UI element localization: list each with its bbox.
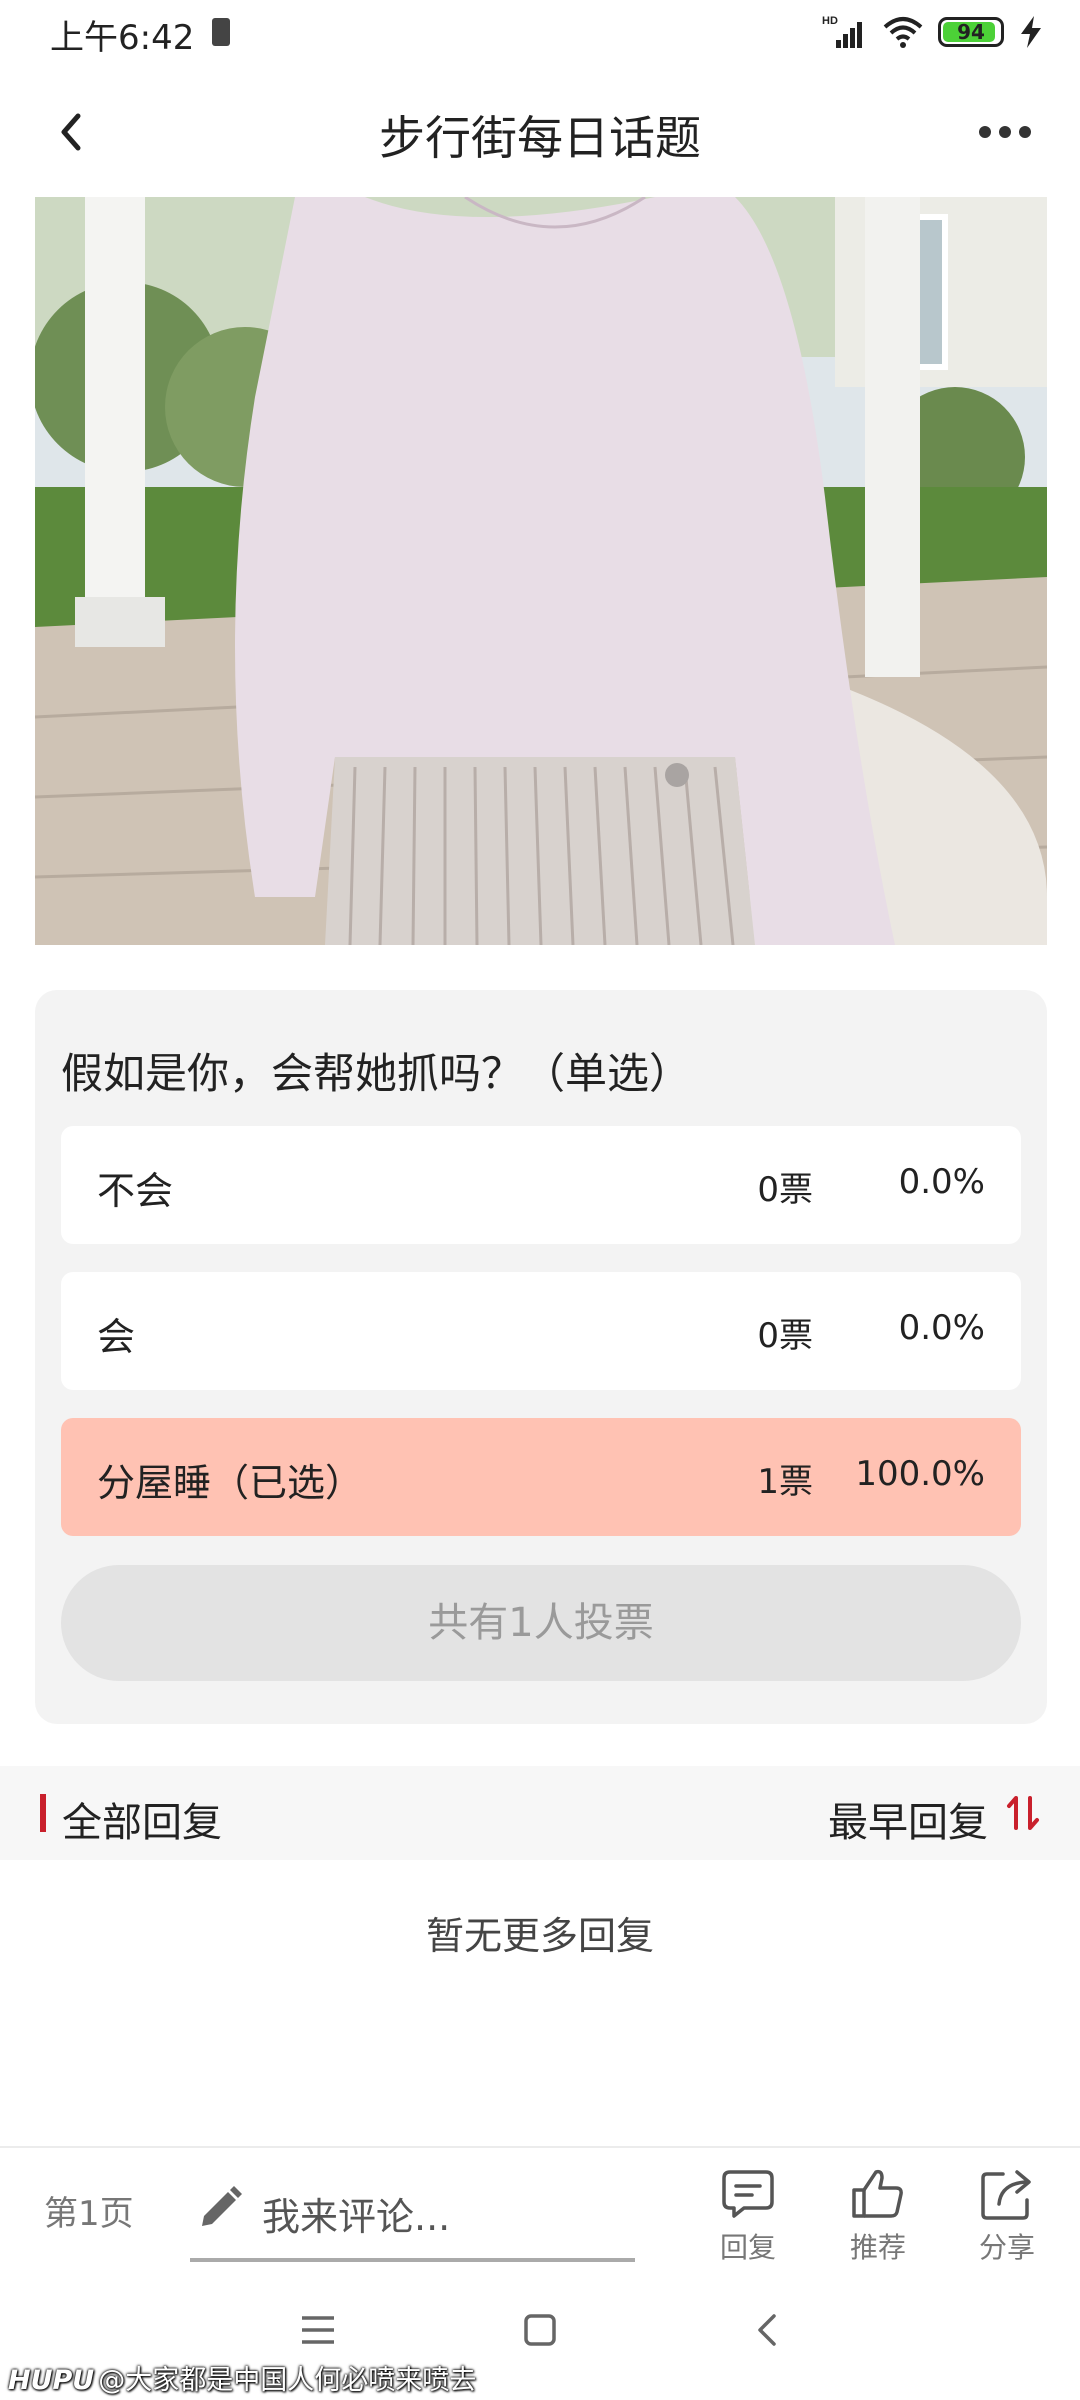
pencil-icon	[202, 2186, 242, 2226]
charging-icon	[1021, 16, 1041, 48]
poll-option-votes: 1票	[757, 1462, 813, 1502]
sort-icon[interactable]	[1006, 1794, 1042, 1832]
thumbs-up-icon	[852, 2169, 903, 2218]
page-indicator[interactable]: 第1页	[44, 2186, 134, 2235]
post-photo	[35, 197, 1047, 945]
wifi-icon	[883, 17, 923, 48]
network-type-label: HD	[822, 15, 838, 27]
battery-small-icon	[212, 18, 230, 46]
poll-question: 假如是你，会帮她抓吗？（单选）	[61, 1049, 692, 1098]
poll-option-label: 不会	[97, 1169, 174, 1213]
post-image[interactable]	[35, 197, 1047, 945]
watermark-text: @大家都是中国人何必喷来喷去	[98, 2365, 477, 2396]
more-icon[interactable]	[970, 112, 1040, 152]
battery-icon: 94	[938, 17, 1004, 47]
status-bar: 上午6:42 HD 94	[0, 0, 1080, 66]
poll-option-votes: 0票	[757, 1316, 813, 1356]
poll-option-percent: 0.0%	[898, 1308, 985, 1348]
poll-option-label: 会	[97, 1315, 136, 1359]
watermark: HUPU @大家都是中国人何必喷来喷去	[8, 2358, 476, 2397]
bottom-action-bar: 第1页 我来评论... 回复 推荐 分享	[0, 2146, 1080, 2271]
poll-option-percent: 0.0%	[898, 1162, 985, 1202]
replies-header: 全部回复 最早回复	[0, 1766, 1080, 1860]
page-title: 步行街每日话题	[379, 111, 701, 165]
reply-label: 回复	[719, 2231, 776, 2264]
back-nav-icon[interactable]	[752, 2312, 782, 2348]
battery-percent: 94	[957, 20, 985, 44]
vote-total-button[interactable]: 共有1人投票	[61, 1565, 1021, 1681]
reply-button[interactable]: 回复	[693, 2158, 803, 2268]
recommend-label: 推荐	[849, 2231, 906, 2264]
replies-title: 全部回复	[62, 1800, 222, 1846]
poll-option-3-selected[interactable]: 分屋睡（已选） 1票 100.0%	[61, 1418, 1021, 1536]
sort-order-button[interactable]: 最早回复	[828, 1790, 988, 1848]
poll-option-1[interactable]: 不会 0票 0.0%	[61, 1126, 1021, 1244]
home-icon[interactable]	[522, 2312, 558, 2348]
recommend-button[interactable]: 推荐	[823, 2158, 933, 2268]
reply-icon	[722, 2170, 774, 2218]
replies-accent-bar	[40, 1794, 46, 1832]
nav-bar: 步行街每日话题	[0, 72, 1080, 192]
poll-option-label: 分屋睡（已选）	[97, 1461, 364, 1505]
share-label: 分享	[978, 2231, 1035, 2264]
poll-card: 假如是你，会帮她抓吗？（单选） 不会 0票 0.0% 会 0票 0.0% 分屋睡…	[35, 990, 1047, 1724]
menu-icon[interactable]	[298, 2312, 338, 2348]
status-time: 上午6:42	[50, 18, 195, 58]
watermark-brand: HUPU	[8, 2365, 95, 2396]
comment-placeholder: 我来评论...	[262, 2195, 451, 2239]
status-icons: HD 94	[822, 12, 1044, 52]
poll-option-percent: 100.0%	[855, 1454, 985, 1494]
share-icon	[981, 2170, 1031, 2220]
poll-option-votes: 0票	[757, 1170, 813, 1210]
back-icon[interactable]	[48, 102, 98, 162]
share-button[interactable]: 分享	[952, 2158, 1062, 2268]
comment-input[interactable]: 我来评论...	[190, 2162, 635, 2262]
no-more-replies: 暂无更多回复	[425, 1914, 654, 1958]
signal-icon: HD	[822, 15, 862, 48]
poll-option-2[interactable]: 会 0票 0.0%	[61, 1272, 1021, 1390]
